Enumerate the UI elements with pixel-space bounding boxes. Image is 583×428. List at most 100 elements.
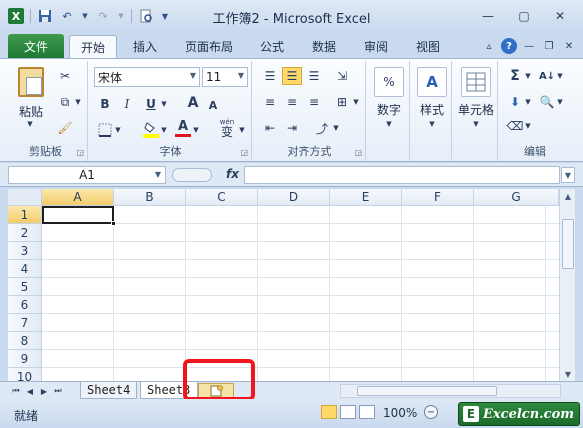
formula-bar-resize-icon[interactable] (172, 168, 212, 182)
row-header-1[interactable]: 1 (8, 206, 42, 224)
normal-view-icon[interactable] (321, 405, 337, 419)
prev-sheet-icon[interactable]: ◀ (24, 384, 36, 398)
alignment-launcher-icon[interactable]: ◲ (354, 148, 362, 157)
horizontal-scrollbar[interactable] (340, 384, 561, 398)
page-break-view-icon[interactable] (359, 405, 375, 419)
row-header-7[interactable]: 7 (8, 314, 42, 332)
copy-icon[interactable]: ⧉ (56, 93, 74, 111)
fill-handle[interactable] (111, 221, 116, 226)
next-sheet-icon[interactable]: ▶ (38, 384, 50, 398)
italic-button[interactable]: I (118, 95, 136, 113)
fill-color-dropdown-icon[interactable]: ▼ (160, 125, 168, 135)
paste-dropdown-icon[interactable]: ▼ (22, 119, 38, 129)
help-icon[interactable]: ? (501, 38, 517, 54)
close-icon[interactable]: ✕ (543, 6, 577, 26)
shrink-font-button[interactable]: A (204, 96, 222, 114)
cut-icon[interactable]: ✂ (56, 67, 74, 85)
number-group[interactable]: % 数字 ▼ (368, 61, 410, 161)
font-color-button[interactable]: A (174, 117, 192, 139)
font-name-select[interactable]: 宋体 ▼ (94, 67, 200, 87)
fill-color-icon[interactable] (142, 119, 160, 139)
first-sheet-icon[interactable]: ⏮ (10, 384, 22, 398)
column-header-c[interactable]: C (186, 189, 258, 206)
formula-input[interactable] (244, 166, 560, 184)
font-size-select[interactable]: 11 ▼ (202, 67, 248, 87)
maximize-icon[interactable]: ▢ (507, 6, 541, 26)
minimize-ribbon-icon[interactable]: ▵ (481, 38, 497, 54)
column-header-d[interactable]: D (258, 189, 330, 206)
vertical-scrollbar[interactable]: ▲ ▼ (559, 189, 575, 381)
autosum-icon[interactable]: Σ (506, 67, 524, 85)
row-header-5[interactable]: 5 (8, 278, 42, 296)
find-select-dropdown-icon[interactable]: ▼ (556, 97, 564, 107)
doc-minimize-icon[interactable]: — (521, 38, 537, 54)
tab-page-layout[interactable]: 页面布局 (178, 35, 240, 58)
name-box[interactable]: A1 ▼ (8, 166, 166, 184)
column-header-a[interactable]: A (42, 189, 114, 206)
insert-function-icon[interactable]: fx (226, 167, 239, 181)
merge-center-icon[interactable]: ⊞ (332, 93, 352, 111)
zoom-out-icon[interactable]: − (424, 405, 438, 419)
row-header-4[interactable]: 4 (8, 260, 42, 278)
clear-dropdown-icon[interactable]: ▼ (524, 121, 532, 131)
wrap-text-icon[interactable]: ⇲ (332, 67, 352, 85)
borders-dropdown-icon[interactable]: ▼ (114, 125, 122, 135)
tab-data[interactable]: 数据 (304, 35, 344, 58)
autosum-dropdown-icon[interactable]: ▼ (524, 71, 532, 81)
fill-icon[interactable]: ⬇ (506, 93, 524, 111)
column-header-f[interactable]: F (402, 189, 474, 206)
bold-button[interactable]: B (96, 95, 114, 113)
doc-restore-icon[interactable]: ❐ (541, 38, 557, 54)
worksheet-grid[interactable]: A B C D E F G 1 2 3 4 5 6 7 8 9 10 (8, 189, 559, 381)
align-top-icon[interactable]: ☰ (260, 67, 280, 85)
align-left-icon[interactable]: ≡ (260, 93, 280, 111)
font-launcher-icon[interactable]: ◲ (240, 148, 248, 157)
align-center-icon[interactable]: ≡ (282, 93, 302, 111)
find-select-icon[interactable]: 🔍 (538, 93, 556, 111)
format-painter-icon[interactable]: 🖌 (56, 119, 74, 137)
tab-home[interactable]: 开始 (69, 35, 117, 59)
grow-font-button[interactable]: A (184, 94, 202, 112)
horizontal-scroll-thumb[interactable] (357, 386, 497, 396)
tab-formulas[interactable]: 公式 (252, 35, 292, 58)
scroll-down-icon[interactable]: ▼ (560, 367, 576, 381)
cell-gridlines[interactable] (42, 206, 559, 381)
merge-dropdown-icon[interactable]: ▼ (352, 97, 360, 107)
row-header-8[interactable]: 8 (8, 332, 42, 350)
align-bottom-icon[interactable]: ☰ (304, 67, 324, 85)
paste-label[interactable]: 粘贴 (12, 103, 50, 120)
expand-formula-bar-icon[interactable]: ▼ (561, 167, 575, 183)
row-header-3[interactable]: 3 (8, 242, 42, 260)
column-header-g[interactable]: G (474, 189, 559, 206)
borders-icon[interactable] (96, 121, 114, 139)
cells-group[interactable]: 单元格 ▼ (454, 61, 498, 161)
orientation-dropdown-icon[interactable]: ▼ (332, 123, 340, 133)
clear-icon[interactable]: ⌫ (506, 117, 524, 135)
underline-dropdown-icon[interactable]: ▼ (160, 99, 168, 109)
styles-group[interactable]: A 样式 ▼ (412, 61, 452, 161)
orientation-icon[interactable]: ⤴ (312, 119, 332, 137)
clipboard-launcher-icon[interactable]: ◲ (76, 148, 84, 157)
underline-button[interactable]: U (142, 95, 160, 113)
paste-icon[interactable] (16, 65, 46, 99)
phonetic-button[interactable]: wén 变 (216, 117, 238, 139)
increase-indent-icon[interactable]: ⇥ (282, 119, 302, 137)
align-middle-icon[interactable]: ☰ (282, 67, 302, 85)
tab-insert[interactable]: 插入 (124, 35, 166, 58)
sheet-tab-sheet4[interactable]: Sheet4 (80, 382, 138, 399)
last-sheet-icon[interactable]: ⏭ (52, 384, 64, 398)
font-color-dropdown-icon[interactable]: ▼ (192, 125, 200, 135)
fill-dropdown-icon[interactable]: ▼ (524, 97, 532, 107)
decrease-indent-icon[interactable]: ⇤ (260, 119, 280, 137)
zoom-level[interactable]: 100% (383, 406, 417, 420)
vertical-scroll-thumb[interactable] (562, 219, 574, 269)
page-layout-view-icon[interactable] (340, 405, 356, 419)
column-header-b[interactable]: B (114, 189, 186, 206)
tab-view[interactable]: 视图 (408, 35, 448, 58)
minimize-icon[interactable]: — (471, 6, 505, 26)
copy-dropdown-icon[interactable]: ▼ (74, 97, 82, 107)
doc-close-icon[interactable]: ✕ (561, 38, 577, 54)
row-header-9[interactable]: 9 (8, 350, 42, 368)
tab-review[interactable]: 审阅 (356, 35, 396, 58)
scroll-up-icon[interactable]: ▲ (560, 189, 576, 203)
